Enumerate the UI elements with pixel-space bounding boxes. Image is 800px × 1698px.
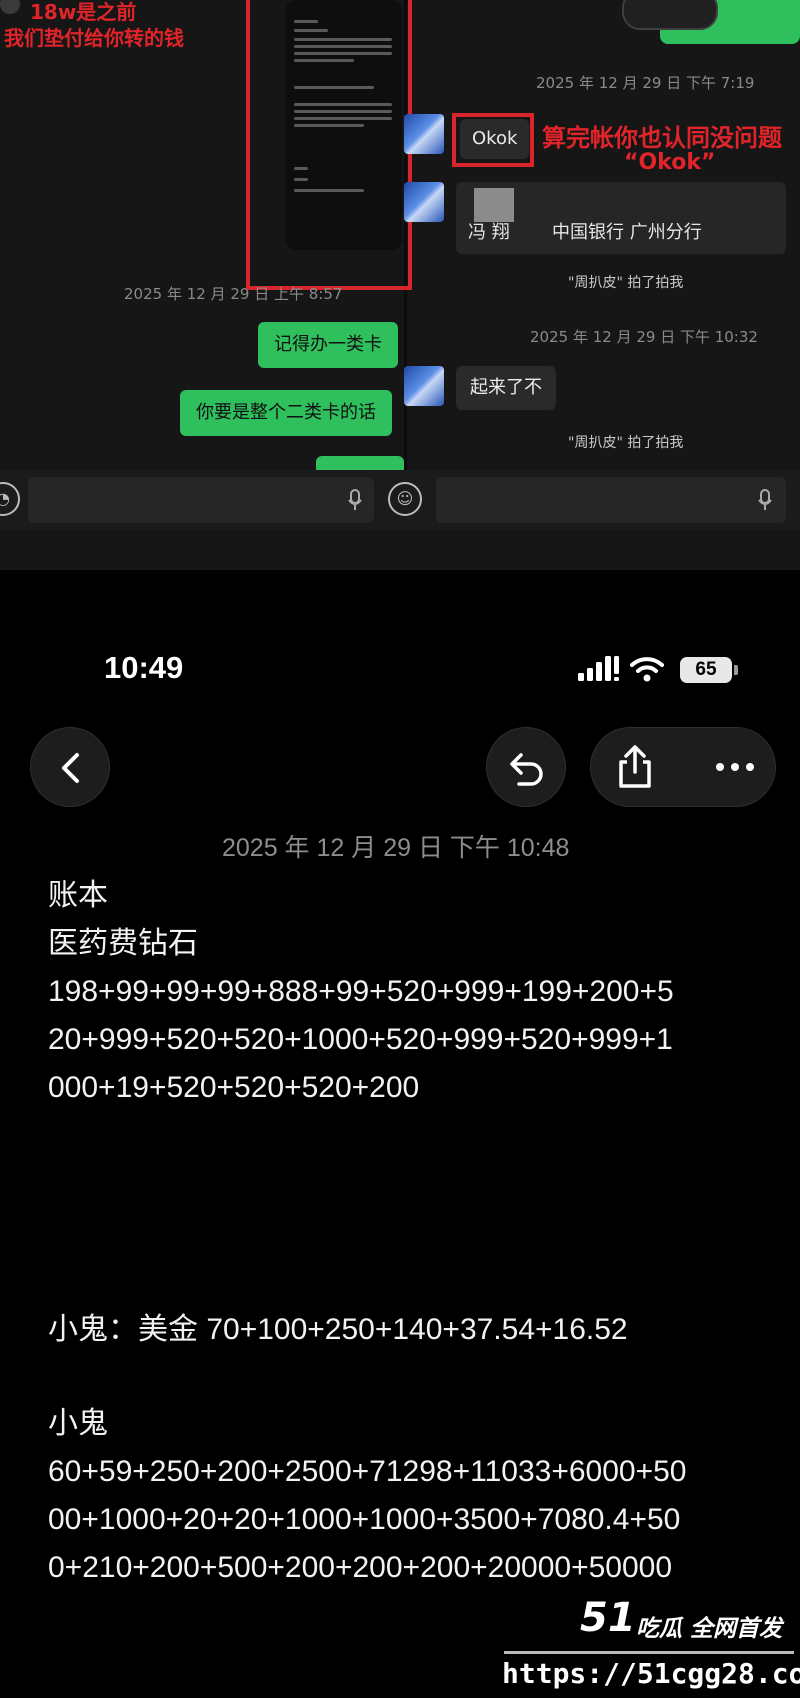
note-line: 账本	[48, 879, 108, 912]
timestamp-1: 2025 年 12 月 29 日 下午 7:19	[536, 74, 755, 92]
message-bubble-received: 起来了不	[456, 366, 556, 410]
watermark-brand-text: 吃瓜 全网首发	[636, 1616, 783, 1642]
signal-icon	[578, 656, 619, 681]
phone-thumbnail	[286, 0, 402, 250]
more-icon[interactable]	[715, 762, 755, 772]
back-button[interactable]	[30, 727, 110, 807]
message-input-left[interactable]	[28, 477, 374, 523]
avatar	[404, 182, 444, 222]
note-line: 00+1000+20+20+1000+1000+3500+7080.4+50	[48, 1503, 681, 1536]
message-bubble-sent: 记得办一类卡	[258, 322, 398, 368]
note-line: 医药费钻石	[48, 927, 198, 960]
watermark-rule	[504, 1651, 794, 1654]
note-date: 2025 年 12 月 29 日 下午 10:48	[222, 834, 570, 862]
status-time: 10:49	[104, 650, 184, 685]
watermark-url: https://51cgg28.com	[502, 1657, 800, 1690]
bank-card-bank: 中国银行 广州分行	[552, 222, 702, 243]
note-line: 198+99+99+99+888+99+520+999+199+200+5	[48, 975, 674, 1008]
top-badge-remnant	[622, 0, 718, 30]
undo-button[interactable]	[486, 727, 566, 807]
share-more-group	[590, 727, 776, 807]
mic-icon[interactable]	[348, 489, 362, 511]
pat-notice-1: "周扒皮" 拍了拍我	[568, 275, 684, 291]
share-icon[interactable]	[615, 744, 655, 790]
chat-screenshot-collage: 18w是之前 我们垫付给你转的钱 2025 年 12 月 29 日 下午 7:1…	[0, 0, 800, 570]
note-line: 小鬼：美金 70+100+250+140+37.54+16.52	[48, 1313, 628, 1346]
mic-icon[interactable]	[758, 489, 772, 511]
watermark-number: 51	[580, 1595, 636, 1641]
avatar	[404, 366, 444, 406]
undo-icon	[510, 753, 543, 786]
timestamp-2: 2025 年 12 月 29 日 上午 8:57	[124, 285, 343, 303]
blurred-avatar	[474, 188, 514, 222]
message-bubble-sent: 你要是整个二类卡的话	[180, 390, 392, 436]
right-annotation-line2: “Okok”	[624, 150, 716, 175]
avatar	[404, 114, 444, 154]
timestamp-3: 2025 年 12 月 29 日 下午 10:32	[530, 328, 758, 346]
message-bubble-remnant	[316, 456, 404, 470]
battery-tip	[734, 665, 738, 675]
notes-screenshot: 10:49 65 2025 年 12 月 29 日 下午 10:48 账本 医药…	[0, 570, 800, 1698]
note-line: 20+999+520+520+1000+520+999+520+999+1	[48, 1023, 673, 1056]
battery-icon: 65	[680, 657, 732, 683]
bank-card-name: 冯 翔	[468, 222, 510, 243]
right-annotation-line1: 算完帐你也认同没问题	[542, 124, 782, 152]
note-line: 60+59+250+200+2500+71298+11033+6000+50	[48, 1455, 687, 1488]
chevron-left-icon	[62, 753, 79, 783]
wifi-icon	[630, 657, 664, 682]
watermark-logo: 51 吃瓜 全网首发 https://51cgg28.com	[490, 1595, 800, 1698]
left-annotation-line2: 我们垫付给你转的钱	[4, 26, 184, 50]
note-line: 0+210+200+500+200+200+200+20000+50000	[48, 1551, 673, 1584]
okok-bubble: Okok	[460, 119, 530, 159]
note-line: 000+19+520+520+520+200	[48, 1071, 420, 1104]
bank-card-message: 冯 翔 中国银行 广州分行	[456, 182, 786, 254]
message-input-right[interactable]	[436, 477, 786, 523]
emoji-icon[interactable]: ☺	[388, 482, 422, 516]
pat-notice-2: "周扒皮" 拍了拍我	[568, 435, 684, 451]
note-line: 小鬼	[48, 1407, 108, 1440]
thumb-text-block	[294, 20, 392, 192]
